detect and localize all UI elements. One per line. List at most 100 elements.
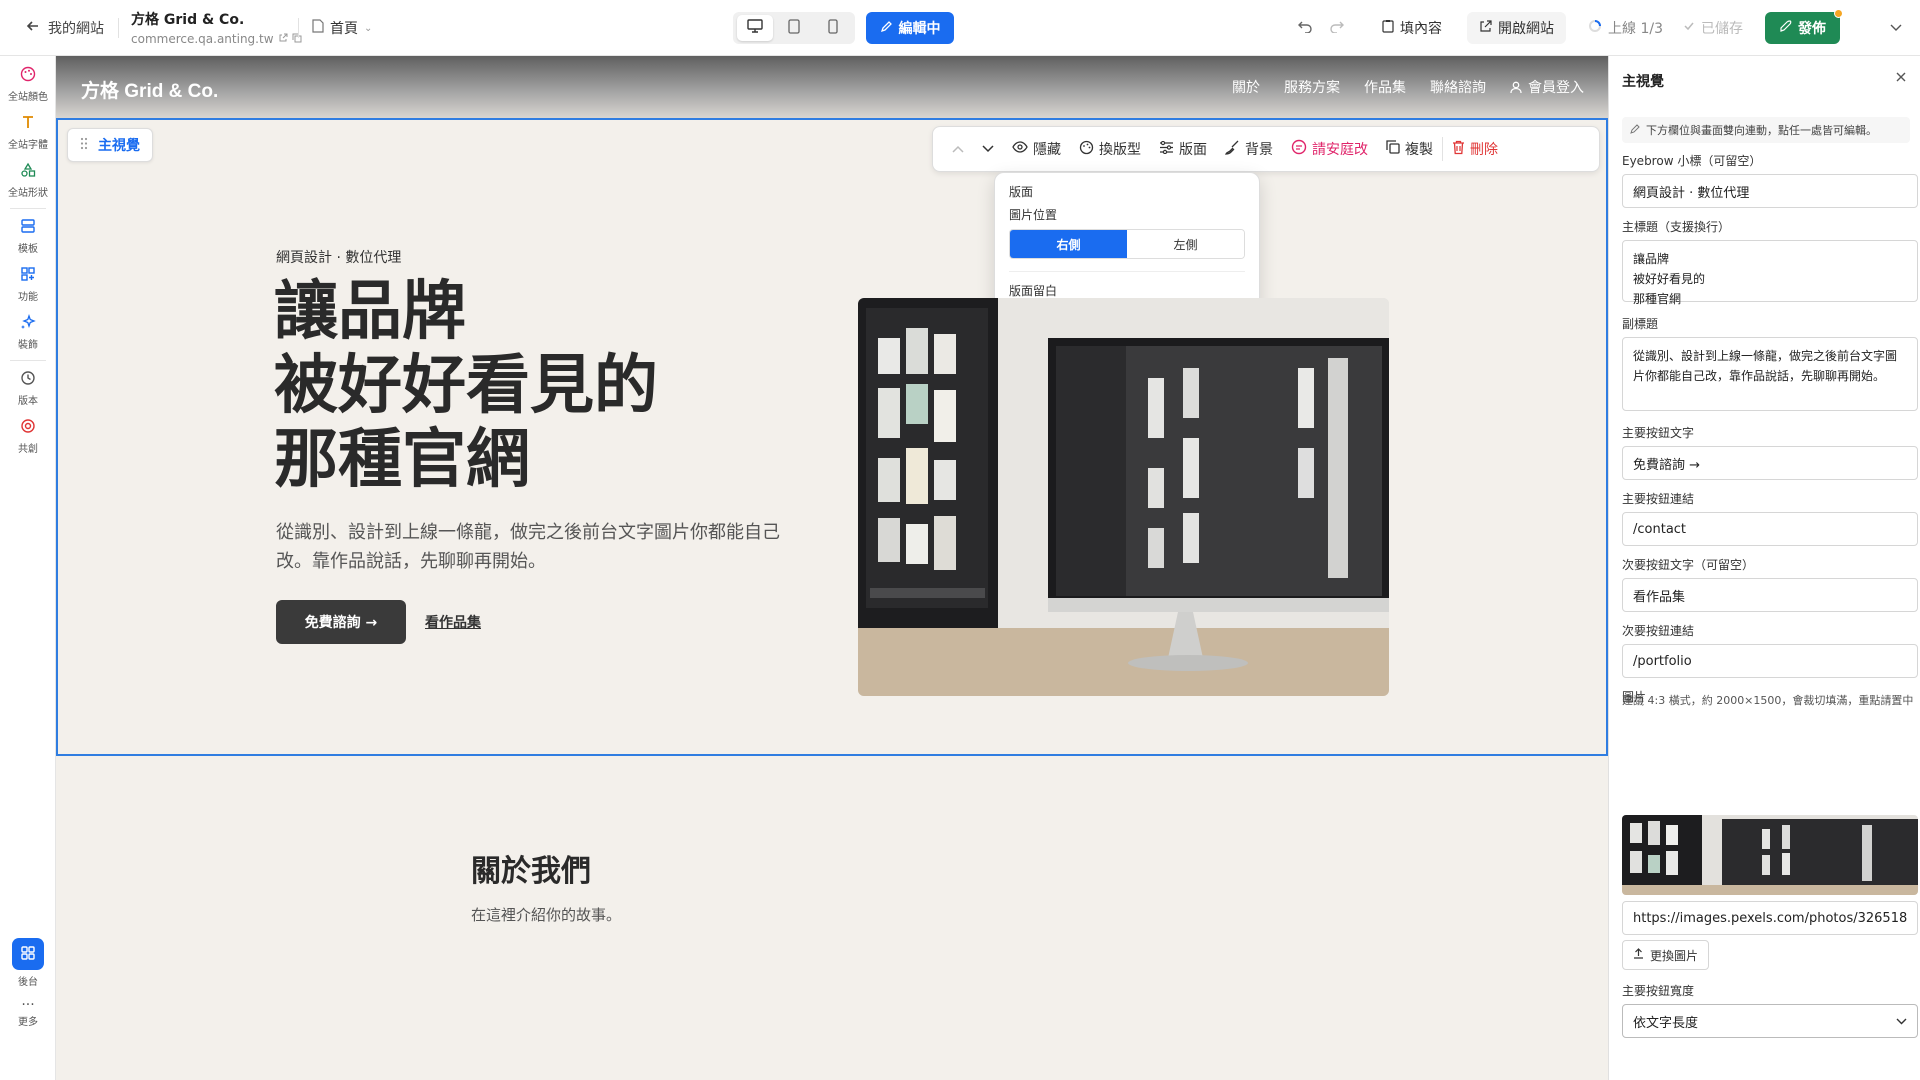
device-switcher — [733, 12, 855, 44]
publish-button[interactable]: 發佈 — [1765, 9, 1843, 44]
fill-content-button[interactable]: 填內容 — [1370, 12, 1454, 44]
duplicate-button[interactable]: 複製 — [1377, 126, 1442, 172]
mobile-view-button[interactable] — [815, 15, 851, 41]
nav-item-portfolio[interactable]: 作品集 — [1364, 77, 1406, 97]
unpublished-dot — [1834, 9, 1843, 18]
site-domain[interactable]: commerce.qa.anting.tw — [131, 32, 274, 46]
open-site-button[interactable]: 開啟網站 — [1467, 12, 1566, 44]
section-drag-handle[interactable]: 主視覺 — [67, 128, 153, 162]
duplicate-label: 複製 — [1405, 142, 1433, 158]
pencil-icon — [880, 20, 893, 37]
chevron-up-icon — [952, 141, 964, 157]
back-to-sites-button[interactable]: 我的網站 — [26, 0, 104, 56]
rail-item-site-fonts[interactable]: 全站字體 — [0, 114, 56, 151]
rail-item-backend[interactable]: 後台 — [0, 938, 56, 988]
hero-secondary-cta[interactable]: 看作品集 — [425, 612, 481, 632]
divider — [1009, 271, 1245, 272]
desktop-icon — [747, 19, 764, 37]
editing-mode-button[interactable]: 編輯中 — [866, 12, 954, 44]
external-link-icon[interactable] — [278, 32, 288, 46]
eyebrow-field[interactable]: 網頁設計 · 數位代理 — [1622, 174, 1918, 208]
redo-icon[interactable] — [1329, 19, 1345, 37]
site-logo[interactable]: 方格 Grid & Co. — [81, 76, 218, 103]
subtitle-field[interactable]: 從識別、設計到上線一條龍，做完之後前台文字圖片你都能自己改，靠作品說話，先聊聊再… — [1622, 337, 1918, 411]
layout-button[interactable]: 版面 — [1150, 126, 1216, 172]
desktop-view-button[interactable] — [737, 15, 774, 41]
trash-icon — [1452, 140, 1465, 159]
open-site-label: 開啟網站 — [1498, 21, 1554, 37]
nav-item-contact[interactable]: 聯絡諮詢 — [1430, 77, 1486, 97]
rail-item-versions[interactable]: 版本 — [0, 370, 56, 407]
swap-layout-button[interactable]: 換版型 — [1070, 126, 1150, 172]
about-title[interactable]: 關於我們 — [471, 846, 591, 890]
rail-item-templates[interactable]: 模板 — [0, 218, 56, 255]
cta-text-field[interactable]: 免費諮詢 → — [1622, 446, 1918, 480]
grid-icon — [20, 945, 36, 964]
panel-note: 下方欄位與畫面雙向連動，點任一處皆可編輯。 — [1622, 117, 1910, 143]
rail-item-more[interactable]: ··· 更多 — [0, 998, 56, 1028]
replace-image-button[interactable]: 更換圖片 — [1622, 940, 1710, 970]
page-select[interactable]: 首頁 ⌄ — [312, 0, 372, 56]
online-status[interactable]: 上線 1/3 — [1588, 0, 1663, 56]
left-rail: 全站顏色 全站字體 全站形狀 模板 功能 裝飾 版本 共創 後台 ··· 更多 — [0, 56, 56, 1080]
hero-primary-cta[interactable]: 免費諮詢 → — [276, 600, 406, 644]
paintbrush-icon — [1224, 140, 1240, 159]
site-name: 方格 Grid & Co. — [131, 12, 245, 28]
rail-item-features[interactable]: 功能 — [0, 266, 56, 303]
rail-item-decorations[interactable]: 裝飾 — [0, 313, 56, 351]
hero-title-line: 那種官網 — [274, 423, 530, 497]
panel-title: 主視覺 — [1622, 74, 1664, 90]
login-label: 會員登入 — [1528, 80, 1584, 96]
move-down-button[interactable] — [973, 126, 1003, 172]
account-menu-chevron[interactable] — [1890, 0, 1902, 56]
ask-ai-edit-button[interactable]: 請安庭改 — [1282, 126, 1377, 172]
publish-label: 發佈 — [1798, 21, 1826, 37]
cta-link-field[interactable]: /contact — [1622, 512, 1918, 546]
cta2-text-field[interactable]: 看作品集 — [1622, 578, 1918, 612]
image-url-field[interactable]: https://images.pexels.com/photos/326518 — [1622, 901, 1918, 935]
site-nav: 關於 服務方案 作品集 聯絡諮詢 會員登入 — [1232, 77, 1584, 97]
site-header: 方格 Grid & Co. 關於 服務方案 作品集 聯絡諮詢 會員登入 — [56, 56, 1608, 118]
sliders-icon — [1159, 140, 1174, 158]
rail-item-site-colors[interactable]: 全站顏色 — [0, 66, 56, 103]
nav-item-about[interactable]: 關於 — [1232, 77, 1260, 97]
rail-label: 版本 — [18, 396, 38, 407]
image-position-right[interactable]: 右側 — [1010, 230, 1127, 258]
rail-item-site-shapes[interactable]: 全站形狀 — [0, 162, 56, 199]
history-icon — [20, 370, 36, 389]
co-create-icon — [20, 418, 36, 437]
editor-canvas: 方格 Grid & Co. 關於 服務方案 作品集 聯絡諮詢 會員登入 主視覺 — [56, 56, 1608, 1080]
clipboard-icon — [1382, 19, 1394, 37]
hero-title[interactable]: 讓品牌 被好好看見的 那種官網 — [274, 275, 658, 497]
cta-width-select[interactable]: 依文字長度 — [1622, 1004, 1918, 1038]
image-thumbnail[interactable] — [1622, 815, 1918, 895]
mobile-icon — [827, 18, 838, 38]
image-position-toggle: 右側 左側 — [1009, 229, 1245, 259]
hero-section[interactable]: 主視覺 隱藏 換版型 版面 背景 請安庭改 複製 刪除 版面 圖片位置 右側 左… — [56, 118, 1608, 756]
delete-button[interactable]: 刪除 — [1443, 126, 1507, 172]
background-button[interactable]: 背景 — [1216, 126, 1282, 172]
rail-label: 更多 — [18, 1017, 38, 1028]
undo-icon[interactable] — [1297, 19, 1313, 37]
hero-subtitle[interactable]: 從識別、設計到上線一條龍，做完之後前台文字圖片你都能自己改。靠作品說話，先聊聊再… — [276, 518, 796, 576]
title-field[interactable]: 讓品牌 被好好看見的 那種官網 — [1622, 240, 1918, 306]
divider — [118, 18, 119, 38]
copy-icon[interactable] — [292, 32, 302, 46]
hero-image[interactable] — [858, 298, 1389, 696]
cta2-link-field[interactable]: /portfolio — [1622, 644, 1918, 678]
image-position-left[interactable]: 左側 — [1127, 230, 1244, 258]
section-toolbar: 隱藏 換版型 版面 背景 請安庭改 複製 刪除 — [932, 126, 1600, 172]
user-icon — [1510, 81, 1522, 94]
tablet-view-button[interactable] — [776, 15, 812, 41]
nav-item-services[interactable]: 服務方案 — [1284, 77, 1340, 97]
hide-button[interactable]: 隱藏 — [1003, 126, 1070, 172]
about-text[interactable]: 在這裡介紹你的故事。 — [471, 904, 621, 925]
rail-item-co-create[interactable]: 共創 — [0, 418, 56, 455]
nav-item-login[interactable]: 會員登入 — [1510, 77, 1584, 97]
swap-layout-label: 換版型 — [1099, 142, 1141, 158]
rail-label: 功能 — [18, 292, 38, 303]
close-panel-button[interactable] — [1896, 70, 1906, 86]
page-select-value: 首頁 — [330, 21, 358, 37]
hero-eyebrow[interactable]: 網頁設計 · 數位代理 — [276, 247, 401, 267]
move-up-button[interactable] — [943, 126, 973, 172]
